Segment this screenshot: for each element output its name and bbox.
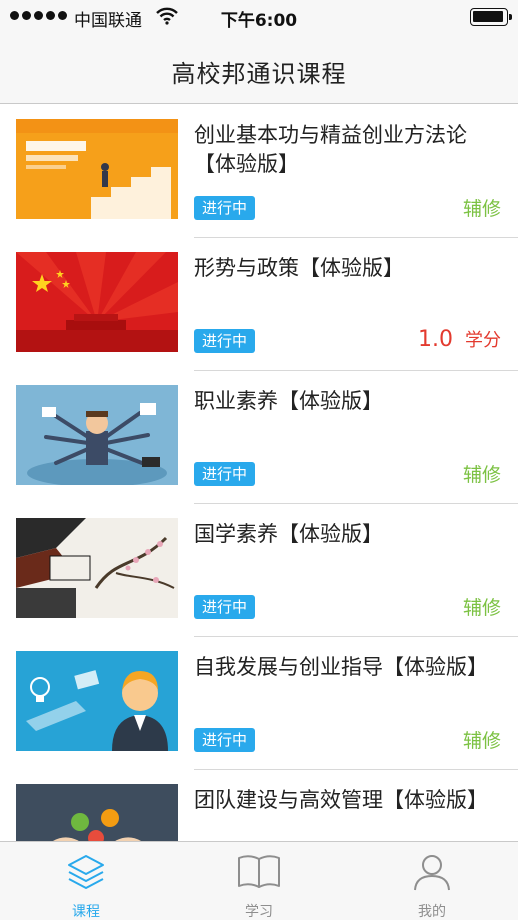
status-badge: 进行中 xyxy=(194,728,256,752)
navigation-bar: 高校邦通识课程 xyxy=(0,34,518,104)
elective-tag: 辅修 xyxy=(462,198,501,220)
page-title: 高校邦通识课程 xyxy=(171,60,347,88)
course-thumbnail xyxy=(16,518,178,618)
status-badge: 进行中 xyxy=(194,196,256,220)
credit-value: 1.0 学分 xyxy=(418,326,501,352)
course-item[interactable]: 国学素养【体验版】 进行中 辅修 xyxy=(0,504,518,637)
layers-icon xyxy=(68,855,104,889)
elective-tag: 辅修 xyxy=(462,597,501,619)
course-thumbnail xyxy=(16,385,178,485)
course-title[interactable]: 形势与政策【体验版】 xyxy=(194,254,506,283)
course-title[interactable]: 创业基本功与精益创业方法论【体验版】 xyxy=(194,121,506,179)
course-item[interactable]: 形势与政策【体验版】 进行中 1.0 学分 xyxy=(0,238,518,371)
course-item[interactable]: 自我发展与创业指导【体验版】 进行中 辅修 xyxy=(0,637,518,770)
course-item[interactable]: 职业素养【体验版】 进行中 辅修 xyxy=(0,371,518,504)
course-title[interactable]: 职业素养【体验版】 xyxy=(194,387,506,416)
status-bar: 中国联通 下午6:00 xyxy=(0,0,518,34)
course-thumbnail xyxy=(16,651,178,751)
course-list[interactable]: 创业基本功与精益创业方法论【体验版】 进行中 辅修 形势与政策【体验版】 进行中… xyxy=(0,105,518,841)
tab-label: 课程 xyxy=(72,904,100,920)
status-badge: 进行中 xyxy=(194,595,256,619)
course-item[interactable]: 团队建设与高效管理【体验版】 xyxy=(0,770,518,841)
tab-study[interactable]: 学习 xyxy=(173,842,345,920)
tab-label: 学习 xyxy=(245,904,273,920)
status-badge: 进行中 xyxy=(194,462,256,486)
course-title[interactable]: 自我发展与创业指导【体验版】 xyxy=(194,653,506,682)
course-item[interactable]: 创业基本功与精益创业方法论【体验版】 进行中 辅修 xyxy=(0,105,518,238)
course-thumbnail xyxy=(16,252,178,352)
course-thumbnail xyxy=(16,784,178,841)
status-badge: 进行中 xyxy=(194,329,256,353)
tab-label: 我的 xyxy=(418,904,446,920)
battery-icon xyxy=(470,8,512,26)
elective-tag: 辅修 xyxy=(462,464,501,486)
person-icon xyxy=(414,855,450,891)
tab-mine[interactable]: 我的 xyxy=(346,842,518,920)
clock: 下午6:00 xyxy=(220,11,298,31)
elective-tag: 辅修 xyxy=(462,730,501,752)
credit-unit: 学分 xyxy=(465,330,501,351)
course-title[interactable]: 国学素养【体验版】 xyxy=(194,520,506,549)
book-icon xyxy=(238,855,280,888)
tab-courses[interactable]: 课程 xyxy=(0,842,172,920)
tab-bar: 课程 学习 我的 xyxy=(0,841,518,920)
course-title[interactable]: 团队建设与高效管理【体验版】 xyxy=(194,786,506,815)
credit-number: 1.0 xyxy=(418,327,453,352)
course-thumbnail xyxy=(16,119,178,219)
